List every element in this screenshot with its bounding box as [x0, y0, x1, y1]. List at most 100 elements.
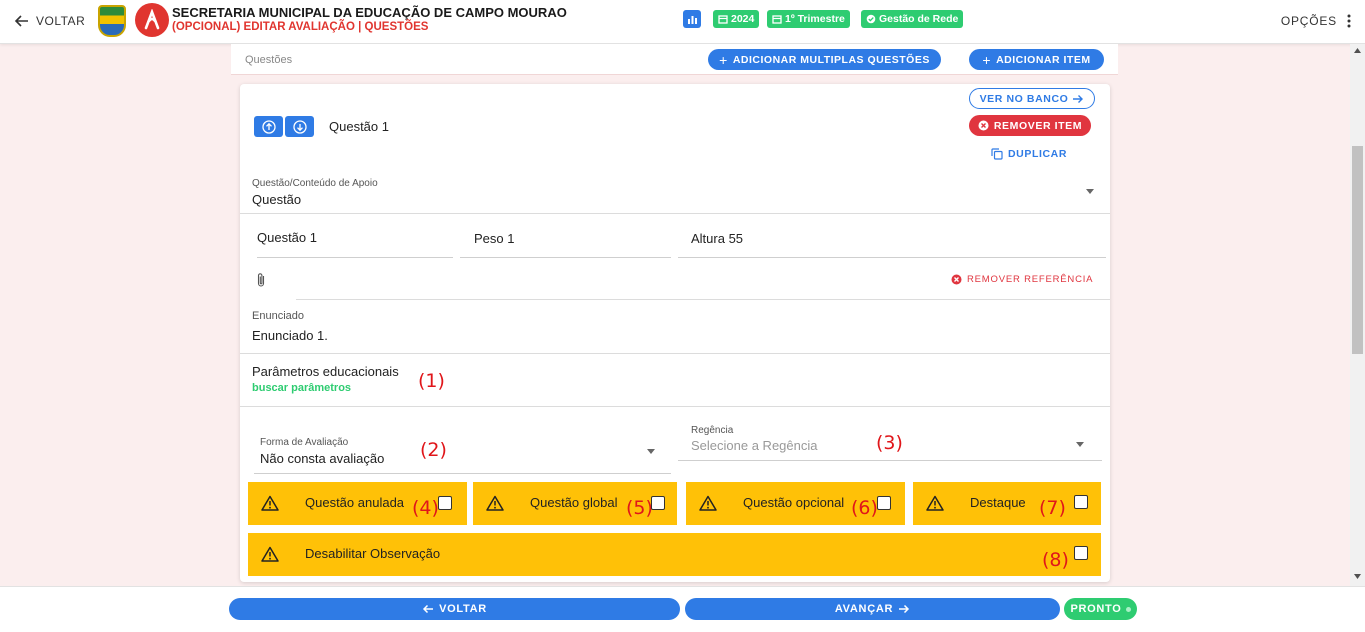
annotation-8: (8)	[1042, 549, 1069, 571]
enunciado-field[interactable]: Enunciado Enunciado 1.	[240, 304, 1110, 354]
footer-done-label: PRONTO	[1070, 603, 1122, 615]
remove-item-button[interactable]: REMOVER ITEM	[969, 115, 1091, 136]
view-in-bank-button[interactable]: VER NO BANCO	[969, 88, 1095, 109]
dropdown-caret-icon	[647, 449, 655, 454]
dashboard-chip[interactable]	[683, 10, 701, 28]
move-down-button[interactable]	[285, 116, 314, 137]
divider	[240, 213, 1110, 214]
peso-field[interactable]: Peso 1	[460, 224, 671, 258]
scroll-down-icon[interactable]	[1354, 574, 1361, 579]
top-app-bar: VOLTAR SECRETARIA MUNICIPAL DA EDUCAÇÃO …	[0, 0, 1365, 44]
desabilitar-observacao-checkbox[interactable]	[1074, 546, 1088, 560]
term-chip-label: 1º Trimestre	[785, 13, 845, 25]
back-top-button[interactable]: VOLTAR	[14, 13, 85, 29]
arrow-left-icon	[14, 15, 28, 27]
plus-icon: +	[982, 51, 992, 68]
calendar-icon	[772, 15, 782, 24]
status-dot-icon	[1125, 606, 1131, 612]
questions-panel-header: Questões + ADICIONAR MULTIPLAS QUESTÕES …	[231, 44, 1118, 75]
move-up-button[interactable]	[254, 116, 283, 137]
flag-questao-opcional: Questão opcional (6)	[686, 482, 905, 525]
flag-label: Questão opcional	[743, 495, 845, 510]
warning-icon	[926, 495, 944, 511]
paperclip-icon	[257, 273, 265, 287]
arrow-right-icon	[899, 604, 910, 614]
plus-icon: +	[719, 51, 728, 68]
altura-field[interactable]: Altura 55	[678, 224, 1106, 258]
bar-chart-icon	[687, 15, 697, 24]
question-name-value: Questão 1	[257, 230, 317, 245]
questao-global-checkbox[interactable]	[651, 496, 665, 510]
municipal-crest-logo	[98, 5, 126, 37]
logo-mark-icon	[144, 9, 160, 30]
warning-icon	[261, 495, 279, 511]
support-type-value: Questão	[252, 192, 302, 207]
annotation-7: (7)	[1039, 497, 1066, 519]
dropdown-caret-icon	[1076, 442, 1084, 447]
question-name-field[interactable]: Questão 1	[257, 224, 453, 258]
search-params-link[interactable]: buscar parâmetros	[252, 382, 351, 394]
options-menu-button[interactable]: OPÇÕES	[1281, 14, 1351, 28]
flag-label: Destaque	[970, 495, 1026, 510]
regencia-label: Regência	[691, 425, 734, 436]
calendar-icon	[718, 15, 728, 24]
attachment-button[interactable]	[256, 272, 266, 293]
enunciado-value: Enunciado 1.	[252, 328, 328, 343]
network-chip[interactable]: Gestão de Rede	[861, 10, 964, 28]
flag-destaque: Destaque (7)	[913, 482, 1101, 525]
add-item-button[interactable]: + ADICIONAR ITEM	[969, 49, 1104, 70]
dropdown-caret-icon	[1086, 189, 1094, 194]
vertical-scrollbar[interactable]	[1350, 44, 1365, 586]
view-in-bank-label: VER NO BANCO	[979, 92, 1069, 105]
page-subtitle: (OPCIONAL) EDITAR AVALIAÇÃO | QUESTÕES	[172, 21, 429, 33]
params-title: Parâmetros educacionais	[252, 364, 399, 379]
check-circle-icon	[866, 14, 876, 24]
flag-label: Desabilitar Observação	[305, 546, 441, 561]
questao-opcional-checkbox[interactable]	[877, 496, 891, 510]
more-vert-icon	[1347, 14, 1351, 28]
footer-next-button[interactable]: AVANÇAR	[685, 598, 1060, 620]
duplicate-label: DUPLICAR	[1008, 148, 1068, 160]
remove-reference-label: REMOVER REFERÊNCIA	[967, 274, 1094, 285]
flag-label: Questão global	[530, 495, 618, 510]
remove-reference-button[interactable]: REMOVER REFERÊNCIA	[951, 274, 1093, 285]
scrollbar-thumb[interactable]	[1352, 146, 1363, 354]
add-item-label: ADICIONAR ITEM	[996, 53, 1091, 66]
divider	[240, 353, 1110, 354]
arrow-down-circle-icon	[292, 119, 307, 134]
question-card: Questão 1 VER NO BANCO REMOVER ITEM DUPL…	[240, 84, 1110, 582]
footer-next-label: AVANÇAR	[834, 603, 894, 615]
network-chip-label: Gestão de Rede	[879, 13, 959, 25]
copy-icon	[991, 148, 1003, 160]
flag-desabilitar-observacao: Desabilitar Observação (8)	[248, 533, 1101, 576]
arrow-up-circle-icon	[261, 119, 276, 134]
footer-done-button[interactable]: PRONTO	[1064, 598, 1137, 620]
add-multiple-questions-button[interactable]: + ADICIONAR MULTIPLAS QUESTÕES	[708, 49, 941, 70]
add-multiple-questions-label: ADICIONAR MULTIPLAS QUESTÕES	[732, 53, 930, 66]
forma-avaliacao-select[interactable]: Forma de Avaliação Não consta avaliação	[254, 432, 671, 474]
questions-section-label: Questões	[245, 54, 293, 66]
questao-anulada-checkbox[interactable]	[438, 496, 452, 510]
flag-questao-anulada: Questão anulada (4)	[248, 482, 467, 525]
remove-item-label: REMOVER ITEM	[993, 119, 1083, 132]
term-chip[interactable]: 1º Trimestre	[767, 10, 850, 28]
duplicate-button[interactable]: DUPLICAR	[991, 148, 1067, 160]
bottom-action-bar: VOLTAR AVANÇAR PRONTO	[0, 586, 1365, 632]
destaque-checkbox[interactable]	[1074, 495, 1088, 509]
arrow-right-icon	[1073, 94, 1084, 103]
altura-value: Altura 55	[691, 231, 744, 246]
year-chip[interactable]: 2024	[713, 10, 760, 28]
flag-questao-global: Questão global (5)	[473, 482, 677, 525]
annotation-6: (6)	[851, 497, 878, 519]
support-type-select[interactable]: Questão/Conteúdo de Apoio Questão	[240, 172, 1110, 214]
forma-avaliacao-value: Não consta avaliação	[260, 451, 385, 466]
footer-back-label: VOLTAR	[439, 603, 487, 615]
annotation-1: (1)	[418, 370, 445, 392]
options-label: OPÇÕES	[1280, 14, 1337, 28]
scroll-up-icon[interactable]	[1354, 48, 1361, 53]
question-title: Questão 1	[329, 119, 389, 134]
annotation-2: (2)	[420, 439, 447, 461]
divider	[296, 299, 1110, 300]
footer-back-button[interactable]: VOLTAR	[229, 598, 680, 620]
regencia-placeholder: Selecione a Regência	[691, 438, 818, 453]
